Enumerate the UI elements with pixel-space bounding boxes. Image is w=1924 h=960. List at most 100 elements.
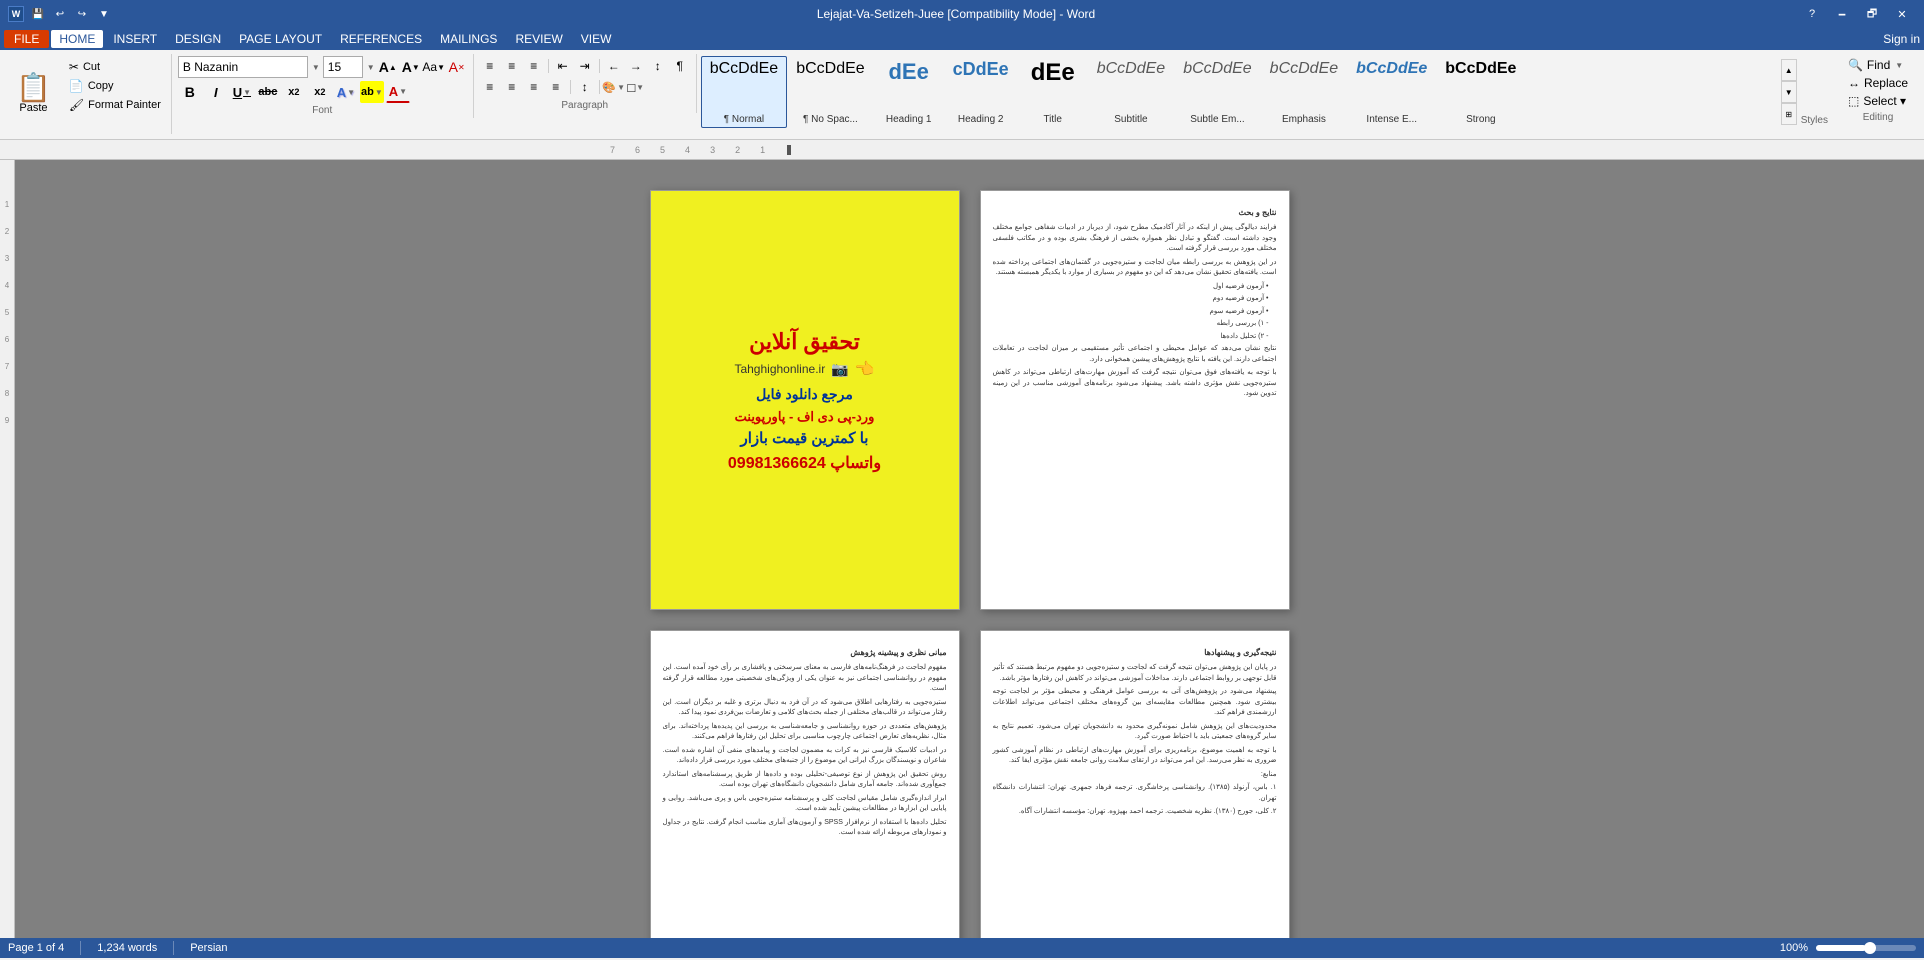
- justify-button[interactable]: ≡: [546, 77, 566, 97]
- strikethrough-button[interactable]: abc: [256, 81, 280, 103]
- undo-button[interactable]: ↩: [50, 4, 70, 24]
- style-heading2[interactable]: cDdEe Heading 2: [944, 56, 1018, 128]
- help-button[interactable]: ?: [1798, 4, 1826, 24]
- center-button[interactable]: ≡: [502, 77, 522, 97]
- subscript-button[interactable]: x2: [282, 81, 306, 103]
- status-bar: Page 1 of 4 1,234 words Persian 100%: [0, 938, 1924, 958]
- font-name-input[interactable]: [178, 56, 308, 78]
- rtl-button[interactable]: →: [626, 56, 646, 76]
- decrease-font-button[interactable]: A▼: [401, 57, 421, 77]
- page-3[interactable]: مبانی نظری و پیشینه پژوهش مفهوم لجاجت در…: [650, 630, 960, 938]
- design-menu[interactable]: DESIGN: [167, 30, 229, 48]
- title-bar-left: W 💾 ↩ ↪ ▼: [8, 4, 114, 24]
- align-left-button[interactable]: ≡: [480, 77, 500, 97]
- ltr-button[interactable]: ←: [604, 56, 624, 76]
- style-normal-label: ¶ Normal: [724, 114, 764, 125]
- clear-format-button[interactable]: A✕: [447, 57, 467, 77]
- file-menu[interactable]: FILE: [4, 30, 49, 48]
- style-no-spacing[interactable]: bCcDdEe ¶ No Spac...: [787, 56, 873, 128]
- window-title: Lejajat-Va-Setizeh-Juee [Compatibility M…: [114, 7, 1798, 21]
- home-menu[interactable]: HOME: [51, 30, 103, 48]
- sort-button[interactable]: ↕: [648, 56, 668, 76]
- increase-font-button[interactable]: A▲: [378, 57, 398, 77]
- view-menu[interactable]: VIEW: [573, 30, 620, 48]
- customize-qa-button[interactable]: ▼: [94, 4, 114, 24]
- save-button[interactable]: 💾: [28, 4, 48, 24]
- select-button[interactable]: ⬚ Select ▾: [1842, 92, 1914, 110]
- page-4[interactable]: نتیجه‌گیری و پیشنهادها در پایان این پژوه…: [980, 630, 1290, 938]
- gallery-scroll-up[interactable]: ▲: [1781, 59, 1797, 81]
- maximize-button[interactable]: 🗗: [1858, 4, 1886, 24]
- sign-in-button[interactable]: Sign in: [1883, 32, 1920, 46]
- zoom-handle[interactable]: [1864, 942, 1876, 954]
- paste-icon: 📋: [16, 74, 51, 102]
- numbering-button[interactable]: ≡: [502, 56, 522, 76]
- multilevel-button[interactable]: ≡: [524, 56, 544, 76]
- title-bar: W 💾 ↩ ↪ ▼ Lejajat-Va-Setizeh-Juee [Compa…: [0, 0, 1924, 28]
- page-layout-menu[interactable]: PAGE LAYOUT: [231, 30, 330, 48]
- gallery-more[interactable]: ⊞: [1781, 103, 1797, 125]
- style-subtitle[interactable]: bCcDdEe Subtitle: [1088, 56, 1174, 128]
- text-effects-button[interactable]: A▼: [334, 81, 358, 103]
- format-painter-button[interactable]: 🖌 Format Painter: [63, 96, 167, 114]
- style-intense-em[interactable]: bCcDdEe Intense E...: [1347, 56, 1436, 128]
- style-subtle-em[interactable]: bCcDdEe Subtle Em...: [1174, 56, 1260, 128]
- close-button[interactable]: ✕: [1888, 4, 1916, 24]
- ruler-tab-stop[interactable]: [787, 145, 791, 155]
- quick-access-toolbar: 💾 ↩ ↪ ▼: [28, 4, 114, 24]
- superscript-button[interactable]: x2: [308, 81, 332, 103]
- references-menu[interactable]: REFERENCES: [332, 30, 430, 48]
- page-2[interactable]: نتایج و بحث فرایند دیالوگی پیش از اینکه …: [980, 190, 1290, 610]
- style-strong-label: Strong: [1466, 114, 1495, 125]
- font-size-dropdown[interactable]: ▼: [367, 63, 375, 72]
- vruler-3: 3: [5, 254, 9, 263]
- change-case-button[interactable]: Aa▼: [424, 57, 444, 77]
- page-1[interactable]: تحقیق آنلاین Tahghighonline.ir 📷 👈 مرجع …: [650, 190, 960, 610]
- find-label: Find: [1867, 58, 1890, 72]
- italic-button[interactable]: I: [204, 81, 228, 103]
- font-size-input[interactable]: [323, 56, 363, 78]
- copy-button[interactable]: 📄 Copy: [63, 77, 167, 95]
- paste-label: Paste: [19, 102, 47, 114]
- minimize-button[interactable]: 🗕: [1828, 4, 1856, 24]
- gallery-scroll-down[interactable]: ▼: [1781, 81, 1797, 103]
- page3-para7: تحلیل داده‌ها با استفاده از نرم‌افزار SP…: [663, 818, 947, 839]
- paste-button[interactable]: 📋 Paste: [8, 56, 59, 132]
- show-marks-button[interactable]: ¶: [670, 56, 690, 76]
- insert-menu[interactable]: INSERT: [105, 30, 165, 48]
- ad-formats-text: ورد-پی دی اف - پاورپوینت: [735, 409, 875, 425]
- page3-para4: در ادبیات کلاسیک فارسی نیز به کرات به مض…: [663, 746, 947, 767]
- shading-button[interactable]: 🎨▼: [604, 77, 624, 97]
- document-canvas[interactable]: تحقیق آنلاین Tahghighonline.ir 📷 👈 مرجع …: [15, 160, 1924, 938]
- underline-button[interactable]: U▼: [230, 81, 254, 103]
- style-title[interactable]: dEe Title: [1018, 56, 1088, 128]
- page3-heading: مبانی نظری و پیشینه پژوهش: [663, 647, 947, 659]
- page3-para5: روش تحقیق این پژوهش از نوع توصیفی-تحلیلی…: [663, 770, 947, 791]
- font-color-button[interactable]: A▼: [386, 81, 410, 103]
- find-button[interactable]: 🔍 Find ▼: [1842, 56, 1914, 74]
- ruler-mark-7: 7: [610, 145, 615, 155]
- font-name-dropdown[interactable]: ▼: [312, 63, 320, 72]
- increase-indent-button[interactable]: ⇥: [575, 56, 595, 76]
- highlight-button[interactable]: ab▼: [360, 81, 384, 103]
- borders-button[interactable]: □▼: [626, 77, 646, 97]
- bold-button[interactable]: B: [178, 81, 202, 103]
- replace-button[interactable]: ↔ Replace: [1842, 74, 1914, 92]
- align-right-button[interactable]: ≡: [524, 77, 544, 97]
- redo-button[interactable]: ↪: [72, 4, 92, 24]
- bullets-button[interactable]: ≡: [480, 56, 500, 76]
- style-heading1[interactable]: dEe Heading 1: [874, 56, 944, 128]
- style-normal[interactable]: bCcDdEe ¶ Normal: [701, 56, 787, 128]
- style-no-spacing-preview: bCcDdEe: [796, 59, 864, 78]
- status-right: 100%: [1780, 942, 1916, 954]
- style-emphasis[interactable]: bCcDdEe Emphasis: [1261, 56, 1347, 128]
- zoom-slider[interactable]: [1816, 945, 1916, 951]
- cut-button[interactable]: ✂ Cut: [63, 58, 167, 76]
- find-dropdown[interactable]: ▼: [1895, 61, 1903, 70]
- line-spacing-button[interactable]: ↕: [575, 77, 595, 97]
- review-menu[interactable]: REVIEW: [507, 30, 570, 48]
- style-strong[interactable]: bCcDdEe Strong: [1436, 56, 1525, 128]
- mailings-menu[interactable]: MAILINGS: [432, 30, 505, 48]
- ruler-marks: 7 6 5 4 3 2 1: [600, 140, 793, 159]
- decrease-indent-button[interactable]: ⇤: [553, 56, 573, 76]
